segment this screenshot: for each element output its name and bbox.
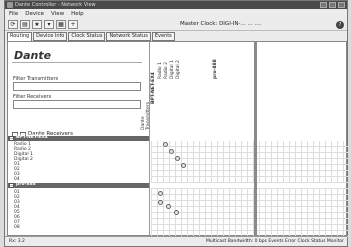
maximize-button[interactable]: [329, 2, 336, 8]
device-icon[interactable]: ▤: [20, 20, 30, 29]
transmitter-header: BPT-NET-EX4 Radio 1 Radio 2 Digital 1 Di…: [151, 42, 348, 136]
tab-events[interactable]: Events: [151, 32, 175, 41]
routing-grid[interactable]: [151, 141, 348, 183]
tab-device-info[interactable]: Device Info: [33, 32, 68, 41]
receiver-channel: 08: [14, 225, 20, 230]
status-right: Multicast Bandwidth: 0 bps Events Error …: [205, 239, 344, 244]
tab-routing[interactable]: Routing: [7, 32, 33, 41]
column-separator: [254, 42, 257, 237]
collapse-device-icon[interactable]: −: [9, 136, 14, 141]
divider: [12, 62, 142, 63]
transmitter-channel: Radio 2: [164, 62, 169, 79]
refresh-icon[interactable]: ⟳: [8, 20, 18, 29]
left-panel: Dante Filter Transmitters Filter Receive…: [8, 42, 151, 235]
route-dot[interactable]: [181, 163, 186, 168]
receiver-device-name: pro-888: [16, 182, 36, 187]
route-dot[interactable]: [175, 156, 180, 161]
routing-view: Dante Filter Transmitters Filter Receive…: [7, 41, 348, 237]
routing-grid[interactable]: [151, 188, 348, 237]
receiver-device-row[interactable]: − pro-888: [8, 182, 149, 188]
transmitter-device-name[interactable]: pro-888: [213, 54, 218, 79]
transmitter-channel: Digital 1: [170, 60, 175, 79]
tab-clock-status[interactable]: Clock Status: [68, 32, 106, 41]
transmitter-channel: Radio 1: [158, 62, 163, 79]
star-icon[interactable]: ★: [32, 20, 42, 29]
dante-transmitters-label: Dante Transmitters: [141, 101, 151, 130]
minimize-button[interactable]: [320, 2, 327, 8]
route-dot[interactable]: [158, 200, 163, 205]
help-icon[interactable]: ?: [336, 21, 344, 29]
menu-device[interactable]: Device: [25, 10, 44, 18]
toolbar: ⟳ ▤ ★ ▾ ▦ + Master Clock: DIGI-IN-... ..…: [5, 19, 347, 31]
status-left: Rx: 3.2: [9, 239, 25, 244]
filter-receivers-input[interactable]: [13, 100, 141, 109]
menu-view[interactable]: View: [51, 10, 64, 18]
route-dot[interactable]: [169, 149, 174, 154]
window-title: Dante Controller - Network View: [15, 2, 96, 8]
master-clock-label: Master Clock: DIGI-IN-... ... ....: [180, 21, 262, 27]
menu-bar: File Device View Help: [5, 10, 347, 18]
close-button[interactable]: [338, 2, 345, 8]
menu-file[interactable]: File: [9, 10, 18, 18]
menu-help[interactable]: Help: [71, 10, 84, 18]
filter-transmitters-input[interactable]: [13, 82, 141, 91]
transmitter-channel: Digital 2: [176, 60, 181, 79]
status-bar: Rx: 3.2 Multicast Bandwidth: 0 bps Event…: [5, 236, 347, 246]
tab-strip: Routing Device Info Clock Status Network…: [7, 32, 175, 41]
transmitter-device-name[interactable]: BPT-NET-EX4: [151, 54, 156, 104]
route-dot[interactable]: [163, 142, 168, 147]
app-icon: [7, 2, 13, 8]
route-dot[interactable]: [158, 191, 163, 196]
grid-icon[interactable]: ▦: [56, 20, 66, 29]
app-window: Dante Controller - Network View File Dev…: [4, 0, 348, 247]
receiver-device-name: BPT-NET-EX4: [16, 135, 48, 140]
receiver-device-row[interactable]: − BPT-NET-EX4: [8, 135, 149, 141]
filter-icon[interactable]: ▾: [44, 20, 54, 29]
tab-network-status[interactable]: Network Status: [106, 32, 151, 41]
title-bar: Dante Controller - Network View: [5, 1, 347, 9]
logo-text: Dante: [14, 49, 52, 62]
route-dot[interactable]: [174, 210, 179, 215]
plus-icon[interactable]: +: [68, 20, 78, 29]
collapse-device-icon[interactable]: −: [9, 183, 14, 188]
dante-logo: Dante: [14, 49, 51, 62]
route-dot[interactable]: [166, 204, 171, 209]
